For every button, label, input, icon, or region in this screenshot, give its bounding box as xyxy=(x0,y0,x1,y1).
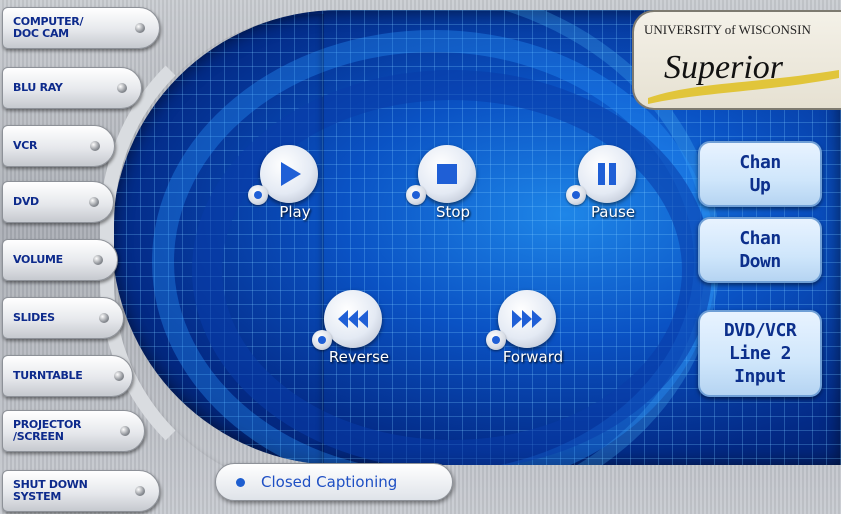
fast-forward-icon xyxy=(498,290,556,348)
indicator-dot-icon xyxy=(99,313,109,323)
play-label: Play xyxy=(279,203,311,221)
stop-label: Stop xyxy=(435,203,471,221)
sidebar-item-label: VCR xyxy=(13,139,38,152)
closed-captioning-label: Closed Captioning xyxy=(261,473,398,491)
indicator-dot-icon xyxy=(114,371,124,381)
sidebar-item-label: TURNTABLE xyxy=(13,369,83,382)
sidebar-item-turntable[interactable]: TURNTABLE xyxy=(2,355,133,397)
sidebar-item-slides[interactable]: SLIDES xyxy=(2,297,124,339)
rewind-icon xyxy=(324,290,382,348)
sidebar-item-label: SLIDES xyxy=(13,311,55,324)
sidebar-item-label: SHUT DOWN SYSTEM xyxy=(13,478,88,503)
play-icon xyxy=(260,145,318,203)
pause-button[interactable]: Pause xyxy=(558,145,668,235)
indicator-dot-icon xyxy=(90,141,100,151)
indicator-dot-icon xyxy=(135,23,145,33)
pause-label: Pause xyxy=(590,203,636,221)
forward-label: Forward xyxy=(502,348,564,366)
closed-captioning-button[interactable]: Closed Captioning xyxy=(215,463,453,501)
indicator-dot-icon xyxy=(236,477,245,487)
stop-button[interactable]: Stop xyxy=(398,145,508,235)
pause-icon xyxy=(578,145,636,203)
sidebar-item-vcr[interactable]: VCR xyxy=(2,125,115,167)
sidebar-item-volume[interactable]: VOLUME xyxy=(2,239,118,281)
dvd-vcr-line-input-button[interactable]: DVD/VCR Line 2 Input xyxy=(698,310,822,397)
channel-up-button[interactable]: Chan Up xyxy=(698,141,822,207)
sidebar-item-label: PROJECTOR /SCREEN xyxy=(13,418,82,443)
sidebar-item-label: DVD xyxy=(13,195,39,208)
stop-icon xyxy=(418,145,476,203)
indicator-dot-icon xyxy=(117,83,127,93)
logo-superior-text: Superior xyxy=(664,49,784,86)
dvd-vcr-line-input-label: DVD/VCR Line 2 Input xyxy=(723,320,797,387)
sidebar-item-label: BLU RAY xyxy=(13,81,63,94)
sidebar-item-computer-doc-cam[interactable]: COMPUTER/ DOC CAM xyxy=(2,7,160,49)
university-logo: UNIVERSITY of WISCONSIN Superior xyxy=(632,10,841,110)
sidebar-item-shut-down-system[interactable]: SHUT DOWN SYSTEM xyxy=(2,470,160,512)
sidebar-item-blu-ray[interactable]: BLU RAY xyxy=(2,67,142,109)
sidebar-item-dvd[interactable]: DVD xyxy=(2,181,114,223)
indicator-dot-icon xyxy=(93,255,103,265)
sidebar-item-label: VOLUME xyxy=(13,253,63,266)
indicator-dot-icon xyxy=(120,426,130,436)
forward-button[interactable]: Forward xyxy=(478,290,588,380)
reverse-label: Reverse xyxy=(328,348,390,366)
channel-up-label: Chan Up xyxy=(739,152,781,196)
indicator-dot-icon xyxy=(135,486,145,496)
sidebar-item-projector-screen[interactable]: PROJECTOR /SCREEN xyxy=(2,410,145,452)
reverse-button[interactable]: Reverse xyxy=(304,290,414,380)
sidebar-item-label: COMPUTER/ DOC CAM xyxy=(13,15,84,40)
logo-swoosh: Superior xyxy=(648,49,839,104)
channel-down-button[interactable]: Chan Down xyxy=(698,217,822,283)
indicator-dot-icon xyxy=(89,197,99,207)
play-button[interactable]: Play xyxy=(240,145,350,235)
channel-down-label: Chan Down xyxy=(739,228,781,272)
